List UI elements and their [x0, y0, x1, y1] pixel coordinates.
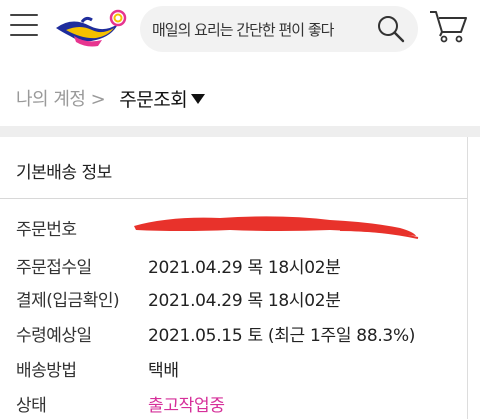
search-bar [140, 6, 418, 52]
status-row: 상태 출고작업중 [16, 390, 225, 416]
payment-confirmed-row: 결제(입금확인) 2021.04.29 목 18시02분 [16, 285, 341, 311]
search-input[interactable] [150, 16, 364, 44]
breadcrumb-current-label: 주문조회 [119, 88, 188, 111]
shipping-method-label: 배송방법 [16, 360, 77, 381]
dropdown-caret-icon [191, 93, 206, 104]
top-header [0, 0, 480, 64]
status-label: 상태 [16, 395, 47, 416]
shopping-cart-icon[interactable] [428, 8, 468, 44]
expected-delivery-row: 수령예상일 2021.05.15 토 (최근 1주일 88.3%) [16, 320, 415, 346]
section-title: 기본배송 정보 [16, 163, 112, 183]
order-received-row: 주문접수일 2021.04.29 목 18시02분 [16, 252, 341, 278]
redaction-scribble [130, 208, 420, 240]
expected-delivery-label: 수령예상일 [16, 325, 92, 346]
magic-lamp-logo[interactable] [52, 6, 130, 50]
section-divider-line [0, 198, 467, 199]
order-received-label: 주문접수일 [16, 257, 92, 278]
payment-confirmed-label: 결제(입금확인) [16, 290, 120, 311]
status-value: 출고작업중 [148, 395, 225, 416]
breadcrumb-order-lookup-dropdown[interactable]: 주문조회 [119, 85, 206, 112]
order-number-row: 주문번호 [16, 214, 148, 240]
shipping-method-value: 택배 [148, 360, 179, 381]
breadcrumb-my-account[interactable]: 나의 계정 > [16, 85, 106, 111]
payment-confirmed-value: 2021.04.29 목 18시02분 [148, 290, 341, 311]
hamburger-menu-icon[interactable] [10, 14, 40, 38]
section-divider [0, 126, 480, 137]
expected-delivery-value: 2021.05.15 토 (최근 1주일 88.3%) [148, 325, 416, 346]
order-number-label: 주문번호 [16, 219, 77, 240]
breadcrumb: 나의 계정 > 주문조회 [16, 84, 206, 112]
shipping-method-row: 배송방법 택배 [16, 355, 179, 381]
search-icon[interactable] [376, 14, 406, 44]
order-received-value: 2021.04.29 목 18시02분 [148, 257, 341, 278]
